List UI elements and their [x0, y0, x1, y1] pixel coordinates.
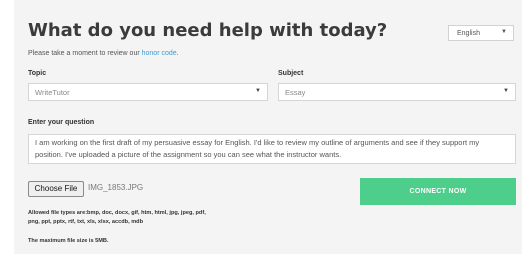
honor-code-link[interactable]: honor code	[142, 50, 177, 57]
choose-file-button[interactable]: Choose File	[28, 181, 84, 197]
connect-now-button[interactable]: CONNECT NOW	[360, 178, 516, 205]
selected-file-name: IMG_1853.JPG	[88, 183, 144, 192]
allowed-types-line2: png, ppt, pptx, rtf, txt, xls, xlsx, acc…	[28, 219, 143, 225]
subject-select[interactable]: Essay ▼	[278, 83, 516, 101]
topic-select[interactable]: WriteTutor ▼	[28, 83, 268, 101]
subtitle-suffix: .	[176, 50, 179, 57]
max-file-size-note: The maximum file size is 5MB.	[28, 238, 109, 244]
page-title: What do you need help with today?	[28, 20, 388, 41]
language-value: English	[457, 30, 480, 37]
allowed-types-line1: Allowed file types are:bmp, doc, docx, g…	[28, 210, 206, 216]
question-textarea[interactable]: I am working on the first draft of my pe…	[28, 134, 516, 164]
question-label: Enter your question	[28, 119, 95, 126]
chevron-down-icon: ▼	[255, 88, 261, 94]
topic-label: Topic	[28, 70, 47, 77]
chevron-down-icon: ▼	[501, 29, 507, 35]
chevron-down-icon: ▼	[503, 88, 509, 94]
subject-label: Subject	[278, 70, 304, 77]
language-select[interactable]: English ▼	[448, 25, 514, 41]
subtitle: Please take a moment to review our honor…	[28, 50, 179, 57]
topic-value: WriteTutor	[35, 88, 70, 97]
subtitle-prefix: Please take a moment to review our	[28, 50, 142, 57]
subject-value: Essay	[285, 88, 306, 97]
